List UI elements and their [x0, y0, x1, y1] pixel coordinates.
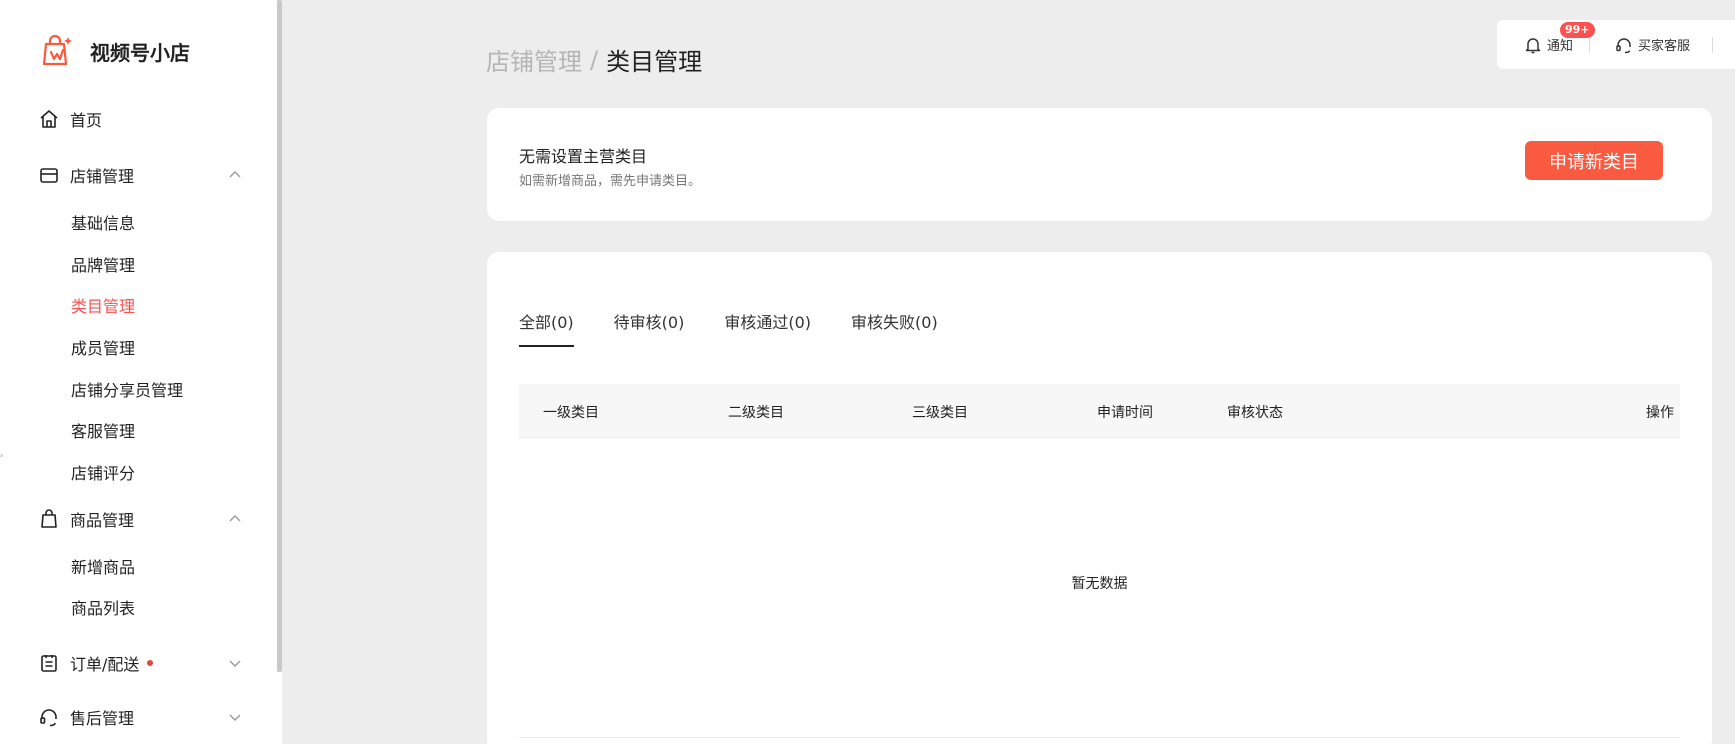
info-title: 无需设置主营类目 [519, 147, 648, 166]
sidebar-item-category-management[interactable]: 类目管理 [71, 295, 135, 319]
breadcrumb-separator: / [590, 45, 599, 74]
info-description: 如需新增商品，需先申请类目。 [519, 174, 702, 189]
top-toolbar: 通知 99+ 买家客服 [1497, 20, 1735, 69]
category-info-card: 无需设置主营类目 如需新增商品，需先申请类目。 申请新类目 [487, 108, 1712, 221]
nav-aftersale-label: 售后管理 [70, 709, 135, 728]
category-list-card: 全部(0) 待审核(0) 审核通过(0) 审核失败(0) 一级类目 二级类目 三… [487, 252, 1712, 744]
notification-badge: 99+ [1560, 21, 1595, 38]
tab-approved[interactable]: 审核通过(0) [724, 309, 811, 347]
table-empty-state: 暂无数据 [519, 438, 1680, 738]
chevron-down-icon[interactable] [228, 656, 242, 670]
notification-dot [147, 660, 154, 666]
toolbar-divider [1589, 36, 1591, 53]
nav-store-label: 店铺管理 [70, 167, 135, 186]
nav-store-management[interactable]: 店铺管理 [38, 160, 248, 190]
notification-button[interactable]: 通知 99+ [1523, 21, 1595, 55]
column-header-level2: 二级类目 [728, 405, 784, 421]
sidebar-item-customer-service[interactable]: 客服管理 [71, 420, 135, 444]
headset-icon [40, 709, 57, 727]
nav-after-sales[interactable]: 售后管理 [38, 702, 248, 732]
column-header-apply-time: 申请时间 [1097, 405, 1153, 421]
nav-product-management[interactable]: 商品管理 [38, 504, 248, 534]
bell-icon [1525, 37, 1541, 53]
sidebar-item-member-management[interactable]: 成员管理 [71, 337, 135, 361]
sidebar-item-brand-management[interactable]: 品牌管理 [71, 254, 135, 278]
column-header-actions: 操作 [1646, 405, 1674, 421]
buyer-service-label: 买家客服 [1638, 39, 1691, 54]
breadcrumb: 店铺管理 / 类目管理 [486, 42, 702, 77]
tab-pending[interactable]: 待审核(0) [614, 309, 685, 347]
toolbar-divider [1712, 36, 1714, 53]
column-header-level1: 一级类目 [543, 405, 599, 421]
column-header-level3: 三级类目 [912, 405, 968, 421]
empty-text: 暂无数据 [1071, 576, 1128, 592]
headset-icon [1616, 37, 1631, 53]
sidebar-collapse-handle[interactable]: › [0, 452, 5, 460]
shop-logo-icon [42, 34, 72, 66]
clipboard-icon [41, 655, 57, 672]
sidebar-item-store-rating[interactable]: 店铺评分 [71, 462, 135, 486]
tab-all[interactable]: 全部(0) [519, 309, 574, 347]
nav-product-label: 商品管理 [70, 511, 135, 530]
store-icon [40, 168, 58, 183]
shopping-bag-icon [41, 509, 57, 528]
tab-rejected[interactable]: 审核失败(0) [851, 309, 938, 347]
notification-label: 通知 [1547, 39, 1574, 54]
sidebar-scrollbar[interactable] [277, 0, 282, 672]
chevron-up-icon[interactable] [228, 168, 242, 182]
sidebar: 视频号小店 首页 店铺管理 基础信息 品牌管理 类目管理 成员管理 店铺分享员管… [0, 0, 282, 744]
app-name: 视频号小店 [90, 40, 190, 65]
column-header-review-status: 审核状态 [1227, 405, 1283, 421]
sidebar-item-product-list[interactable]: 商品列表 [71, 597, 135, 621]
home-icon [40, 110, 58, 128]
nav-home[interactable]: 首页 [38, 104, 248, 134]
nav-orders-label: 订单/配送 [70, 655, 140, 674]
page-title: 类目管理 [606, 48, 703, 76]
chevron-down-icon[interactable] [228, 710, 242, 724]
nav-home-label: 首页 [70, 111, 103, 130]
chevron-up-icon[interactable] [228, 512, 242, 526]
nav-orders-delivery[interactable]: 订单/配送 [38, 648, 248, 678]
breadcrumb-parent[interactable]: 店铺管理 [486, 42, 582, 77]
sidebar-item-basic-info[interactable]: 基础信息 [71, 212, 135, 236]
status-tabs: 全部(0) 待审核(0) 审核通过(0) 审核失败(0) [519, 309, 978, 347]
sidebar-item-add-product[interactable]: 新增商品 [71, 556, 135, 580]
sidebar-item-sharer-management[interactable]: 店铺分享员管理 [71, 379, 183, 403]
buyer-service-button[interactable]: 买家客服 [1614, 35, 1690, 55]
apply-new-category-button[interactable]: 申请新类目 [1525, 141, 1663, 180]
brand[interactable]: 视频号小店 [40, 34, 190, 68]
table-header: 一级类目 二级类目 三级类目 申请时间 审核状态 操作 [519, 384, 1680, 438]
